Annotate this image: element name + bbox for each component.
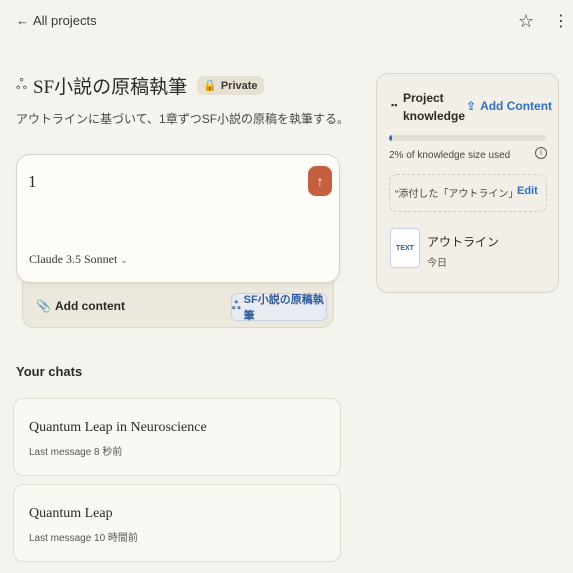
send-button[interactable]: ↑ bbox=[308, 166, 332, 196]
file-name[interactable]: アウトライン bbox=[427, 233, 499, 250]
upload-icon: ⇪ bbox=[466, 99, 477, 113]
edit-instructions-button[interactable]: Edit bbox=[517, 185, 538, 197]
file-date: 今日 bbox=[427, 258, 447, 269]
more-options-icon[interactable]: ⋮ bbox=[553, 11, 569, 33]
project-icon: ஃ bbox=[16, 76, 27, 92]
chat-title: Quantum Leap in Neuroscience bbox=[29, 420, 207, 435]
arrow-left-icon: ← bbox=[16, 13, 29, 28]
project-chip-label: SF小説の原稿執筆 bbox=[243, 294, 324, 322]
project-instructions-preview: “添付した「アウトライン」に基づき... bbox=[395, 185, 512, 200]
chat-item[interactable]: Quantum Leap in Neuroscience Last messag… bbox=[13, 398, 341, 476]
knowledge-usage-text: 2% of knowledge size used bbox=[389, 150, 511, 161]
page-title: SF小説の原稿執筆 bbox=[32, 77, 188, 98]
model-selector[interactable]: Claude 3.5 Sonnet ⌄ bbox=[29, 252, 128, 267]
knowledge-usage-fill bbox=[389, 135, 393, 141]
project-description: アウトラインに基づいて、1章ずつSF小説の原稿を執筆する。 bbox=[16, 112, 350, 126]
knowledge-usage-bar bbox=[389, 135, 546, 141]
all-projects-label: All projects bbox=[33, 13, 97, 28]
chat-title: Quantum Leap bbox=[29, 506, 113, 521]
chat-item[interactable]: Quantum Leap Last message 10 時間前 bbox=[13, 484, 341, 562]
paperclip-icon: 📎 bbox=[36, 299, 51, 313]
project-header: ஃ SF小説の原稿執筆 🔒 Private bbox=[16, 72, 264, 99]
add-content-link[interactable]: ⇪ Add Content bbox=[466, 99, 552, 113]
project-chip-icon: ஃ bbox=[232, 300, 241, 312]
add-content-link-label: Add Content bbox=[480, 99, 553, 113]
text-file-icon[interactable]: TEXT bbox=[390, 228, 420, 268]
private-label: Private bbox=[220, 79, 258, 92]
knowledge-title: Project knowledge bbox=[403, 91, 466, 123]
add-content-label: Add content bbox=[54, 299, 125, 313]
star-icon[interactable]: ☆ bbox=[516, 11, 536, 31]
arrow-up-icon: ↑ bbox=[316, 173, 324, 189]
all-projects-link[interactable]: ← All projects bbox=[16, 13, 97, 28]
message-input[interactable]: 1 bbox=[28, 172, 37, 192]
knowledge-icon: ▪▪ bbox=[391, 100, 398, 110]
chat-last-message: Last message 8 秒前 bbox=[29, 447, 123, 458]
info-icon[interactable]: i bbox=[535, 147, 547, 159]
instructions-text: 添付した「アウトライン」に基づき... bbox=[398, 189, 512, 200]
lock-icon: 🔒 bbox=[203, 80, 217, 92]
chevron-down-icon: ⌄ bbox=[120, 255, 128, 265]
private-badge: 🔒 Private bbox=[197, 76, 264, 95]
add-content-button[interactable]: 📎 Add content bbox=[36, 299, 125, 313]
your-chats-heading: Your chats bbox=[16, 364, 83, 379]
model-name: Claude 3.5 Sonnet bbox=[29, 252, 118, 266]
project-chip[interactable]: ஃ SF小説の原稿執筆 bbox=[231, 293, 327, 322]
chat-last-message: Last message 10 時間前 bbox=[29, 533, 138, 544]
